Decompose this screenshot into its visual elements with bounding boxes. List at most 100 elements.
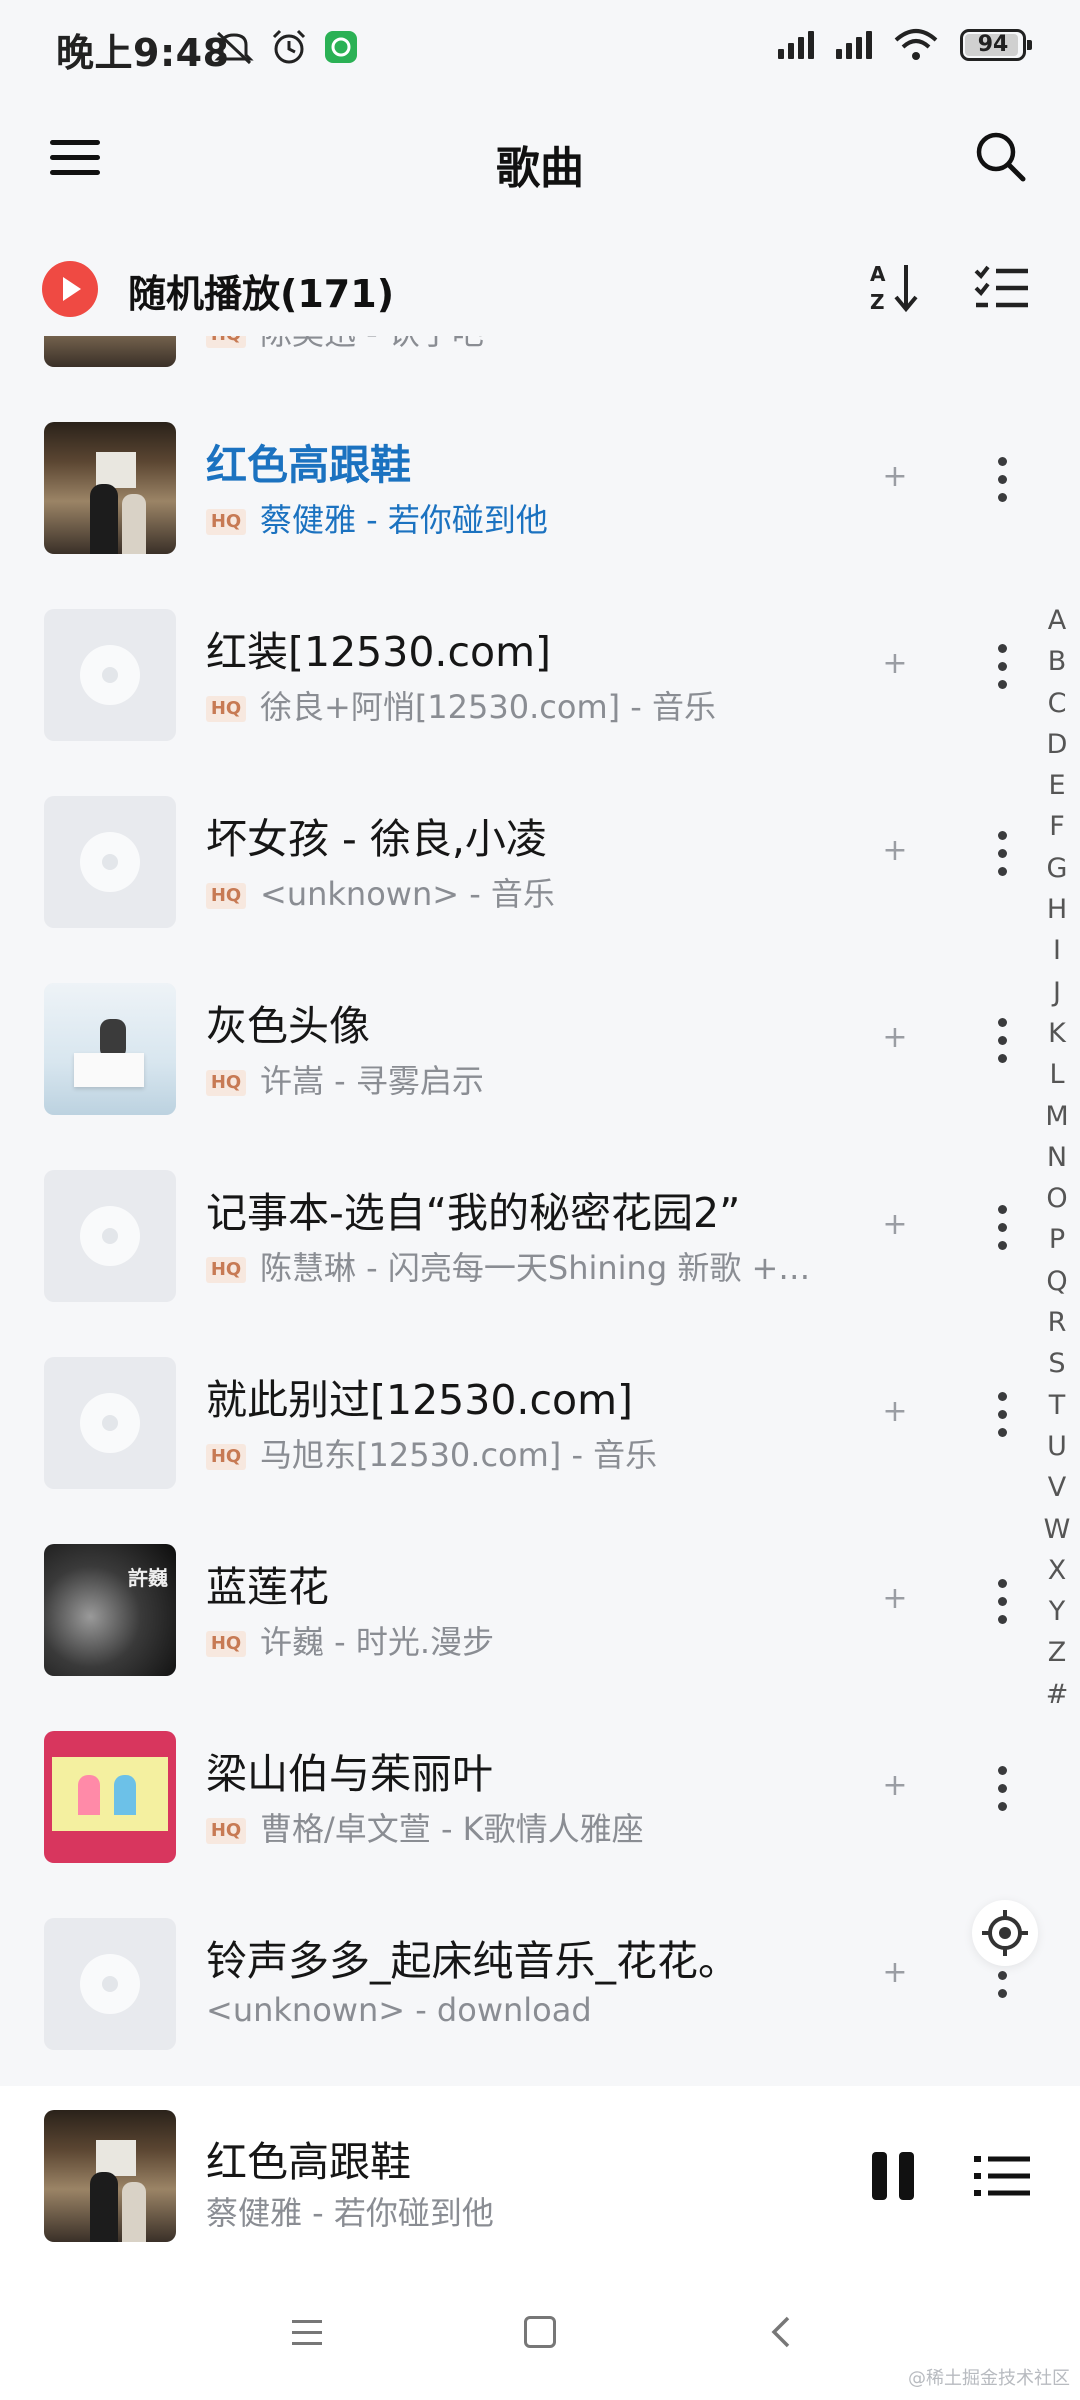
- alphabet-letter[interactable]: H: [1047, 889, 1067, 930]
- song-subtitle: HQ 许巍 - 时光.漫步: [206, 1617, 816, 1663]
- hq-badge: HQ: [206, 509, 246, 535]
- song-row[interactable]: 就此别过[12530.com] HQ 马旭东[12530.com] - 音乐 +: [0, 1338, 1007, 1525]
- song-row[interactable]: 許巍 蓝莲花 HQ 许巍 - 时光.漫步 +: [0, 1525, 1007, 1712]
- song-subtitle: HQ 马旭东[12530.com] - 音乐: [206, 1430, 816, 1476]
- svg-text:A: A: [870, 262, 886, 286]
- alphabet-letter[interactable]: D: [1047, 724, 1068, 765]
- hq-badge: HQ: [206, 1818, 246, 1844]
- alphabet-letter[interactable]: A: [1048, 600, 1066, 641]
- more-vertical-icon[interactable]: [988, 642, 1018, 692]
- alphabet-letter[interactable]: E: [1048, 765, 1065, 806]
- pause-icon[interactable]: [872, 2152, 916, 2200]
- alphabet-letter[interactable]: I: [1053, 930, 1061, 971]
- more-vertical-icon[interactable]: [988, 1016, 1018, 1066]
- add-to-playlist-button[interactable]: +: [880, 1392, 910, 1432]
- status-time: 晚上9:48: [56, 31, 230, 75]
- alphabet-letter[interactable]: S: [1048, 1343, 1065, 1384]
- add-to-playlist-button[interactable]: +: [880, 1579, 910, 1619]
- song-row[interactable]: 红色高跟鞋 HQ 蔡健雅 - 若你碰到他 +: [0, 403, 1007, 590]
- recent-apps-icon[interactable]: [292, 2320, 322, 2346]
- list-check-icon[interactable]: [974, 263, 1030, 313]
- add-to-playlist-button[interactable]: +: [880, 1766, 910, 1806]
- alphabet-letter[interactable]: U: [1047, 1426, 1067, 1467]
- alphabet-letter[interactable]: N: [1047, 1137, 1067, 1178]
- song-title: 灰色头像: [206, 1002, 370, 1050]
- battery-level: 94: [977, 32, 1009, 57]
- app-notification-icon: [325, 31, 357, 63]
- alphabet-letter[interactable]: #: [1046, 1674, 1069, 1715]
- song-list[interactable]: HQ陈奕迅 - 认了吧+红色高跟鞋HQ蔡健雅 - 若你碰到他+红装[12530.…: [0, 336, 1080, 2086]
- song-row[interactable]: 梁山伯与茱丽叶 HQ 曹格/卓文萱 - K歌情人雅座 +: [0, 1712, 1007, 1899]
- watermark: @稀土掘金技术社区: [908, 2368, 1070, 2389]
- svg-text:Z: Z: [870, 290, 885, 314]
- add-to-playlist-button[interactable]: +: [880, 1953, 910, 1993]
- back-icon[interactable]: [766, 2314, 796, 2350]
- now-playing-cover[interactable]: [44, 2110, 176, 2242]
- alphabet-letter[interactable]: M: [1045, 1096, 1068, 1137]
- more-vertical-icon[interactable]: [988, 1203, 1018, 1253]
- song-row[interactable]: 灰色头像 HQ 许嵩 - 寻雾启示 +: [0, 964, 1007, 1151]
- alphabet-letter[interactable]: P: [1049, 1219, 1065, 1260]
- mini-player[interactable]: 红色高跟鞋 蔡健雅 - 若你碰到他: [0, 2086, 1080, 2250]
- locate-current-button[interactable]: [972, 1900, 1038, 1966]
- shuffle-play-button[interactable]: 随机播放(171): [128, 263, 394, 318]
- add-to-playlist-button[interactable]: +: [880, 1018, 910, 1058]
- alphabet-letter[interactable]: V: [1048, 1467, 1066, 1508]
- add-to-playlist-button[interactable]: +: [880, 644, 910, 684]
- wifi-icon: [894, 29, 938, 60]
- search-icon[interactable]: [972, 128, 1028, 184]
- alphabet-letter[interactable]: Q: [1046, 1261, 1067, 1302]
- alphabet-letter[interactable]: L: [1049, 1054, 1064, 1095]
- alphabet-letter[interactable]: J: [1053, 972, 1061, 1013]
- alphabet-letter[interactable]: F: [1049, 806, 1065, 847]
- alphabet-letter[interactable]: C: [1048, 683, 1067, 724]
- alarm-icon: [272, 29, 306, 64]
- alphabet-letter[interactable]: Z: [1048, 1632, 1067, 1673]
- signal-icon: [836, 31, 872, 59]
- song-row[interactable]: 记事本-选自“我的秘密花园2” HQ 陈慧琳 - 闪亮每一天Shining 新歌 +…: [0, 1151, 1007, 1338]
- album-cover: [44, 1731, 176, 1863]
- hq-badge: HQ: [206, 336, 246, 348]
- hq-badge: HQ: [206, 1631, 246, 1657]
- song-artist-album: <unknown> - download: [206, 1991, 592, 2029]
- song-subtitle: HQ 许嵩 - 寻雾启示: [206, 1056, 816, 1102]
- alphabet-letter[interactable]: O: [1046, 1178, 1067, 1219]
- alphabet-letter[interactable]: Y: [1049, 1591, 1066, 1632]
- battery-icon: 94: [960, 29, 1032, 61]
- home-icon[interactable]: [524, 2316, 556, 2348]
- alphabet-letter[interactable]: K: [1048, 1013, 1066, 1054]
- song-artist-album: 许巍 - 时光.漫步: [260, 1623, 495, 1661]
- shuffle-bar: 随机播放(171) A Z: [0, 245, 1080, 331]
- sort-az-icon[interactable]: A Z: [868, 259, 920, 315]
- add-to-playlist-button[interactable]: +: [880, 1205, 910, 1245]
- alphabet-letter[interactable]: R: [1048, 1302, 1067, 1343]
- song-row[interactable]: 红装[12530.com] HQ 徐良+阿悄[12530.com] - 音乐 +: [0, 590, 1007, 777]
- alphabet-index[interactable]: A B C D E F G H I J K L M N O P Q R S T U V W X Y Z #: [1040, 600, 1074, 1715]
- song-row[interactable]: 铃声多多_起床纯音乐_花花。 <unknown> - download +: [0, 1899, 1007, 2086]
- alphabet-letter[interactable]: T: [1049, 1385, 1066, 1426]
- song-subtitle: HQ 徐良+阿悄[12530.com] - 音乐: [206, 682, 816, 728]
- song-artist-album: 曹格/卓文萱 - K歌情人雅座: [260, 1810, 644, 1848]
- alphabet-letter[interactable]: X: [1048, 1550, 1067, 1591]
- more-vertical-icon[interactable]: [988, 1577, 1018, 1627]
- song-artist-album: 许嵩 - 寻雾启示: [260, 1062, 484, 1100]
- more-vertical-icon[interactable]: [988, 1390, 1018, 1440]
- song-row[interactable]: HQ陈奕迅 - 认了吧+: [0, 336, 1000, 403]
- add-to-playlist-button[interactable]: +: [880, 457, 910, 497]
- alphabet-letter[interactable]: G: [1047, 848, 1068, 889]
- song-title: 就此别过[12530.com]: [206, 1376, 634, 1424]
- hq-badge: HQ: [206, 1444, 246, 1470]
- alphabet-letter[interactable]: W: [1044, 1509, 1071, 1550]
- more-vertical-icon[interactable]: [988, 1764, 1018, 1814]
- more-vertical-icon[interactable]: [988, 829, 1018, 879]
- song-artist-album: <unknown> - 音乐: [260, 875, 555, 913]
- song-title: 红装[12530.com]: [206, 628, 552, 676]
- add-to-playlist-button[interactable]: +: [880, 831, 910, 871]
- shuffle-play-icon[interactable]: [42, 261, 98, 317]
- song-subtitle: <unknown> - download: [206, 1991, 816, 2029]
- page-title: 歌曲: [496, 143, 584, 194]
- more-vertical-icon[interactable]: [988, 455, 1018, 505]
- song-row[interactable]: 坏女孩 - 徐良,小凌 HQ <unknown> - 音乐 +: [0, 777, 1007, 964]
- playlist-icon[interactable]: [974, 2154, 1030, 2198]
- alphabet-letter[interactable]: B: [1048, 641, 1067, 682]
